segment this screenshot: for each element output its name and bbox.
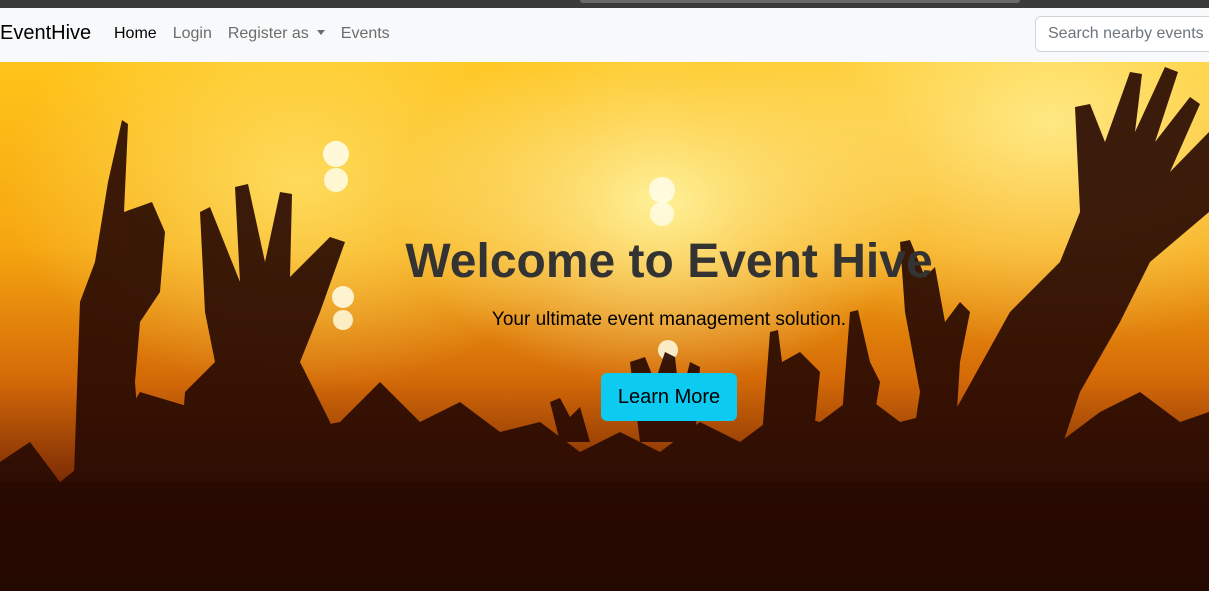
nav-home-link[interactable]: Home [114,25,157,43]
dropdown-caret-icon [316,30,325,35]
nav-events-link[interactable]: Events [341,25,390,43]
nav-register-label: Register as [227,25,309,42]
search-input[interactable] [1035,16,1209,52]
browser-top-strip [0,0,1209,8]
hero-banner: Welcome to Event Hive Your ultimate even… [0,62,1209,591]
learn-more-button[interactable]: Learn More [601,373,737,421]
nav-register-dropdown[interactable]: Register as [228,25,325,43]
nav-links: Home Login Register as Events [114,25,406,43]
nav-login-link[interactable]: Login [173,25,212,43]
page-bottom-band [0,591,1209,601]
hero-subtitle: Your ultimate event management solution. [491,309,847,330]
navbar: EventHive Home Login Register as Events [0,8,1209,63]
hero-title: Welcome to Event Hive [405,235,933,288]
brand-logo[interactable]: EventHive [0,22,91,45]
